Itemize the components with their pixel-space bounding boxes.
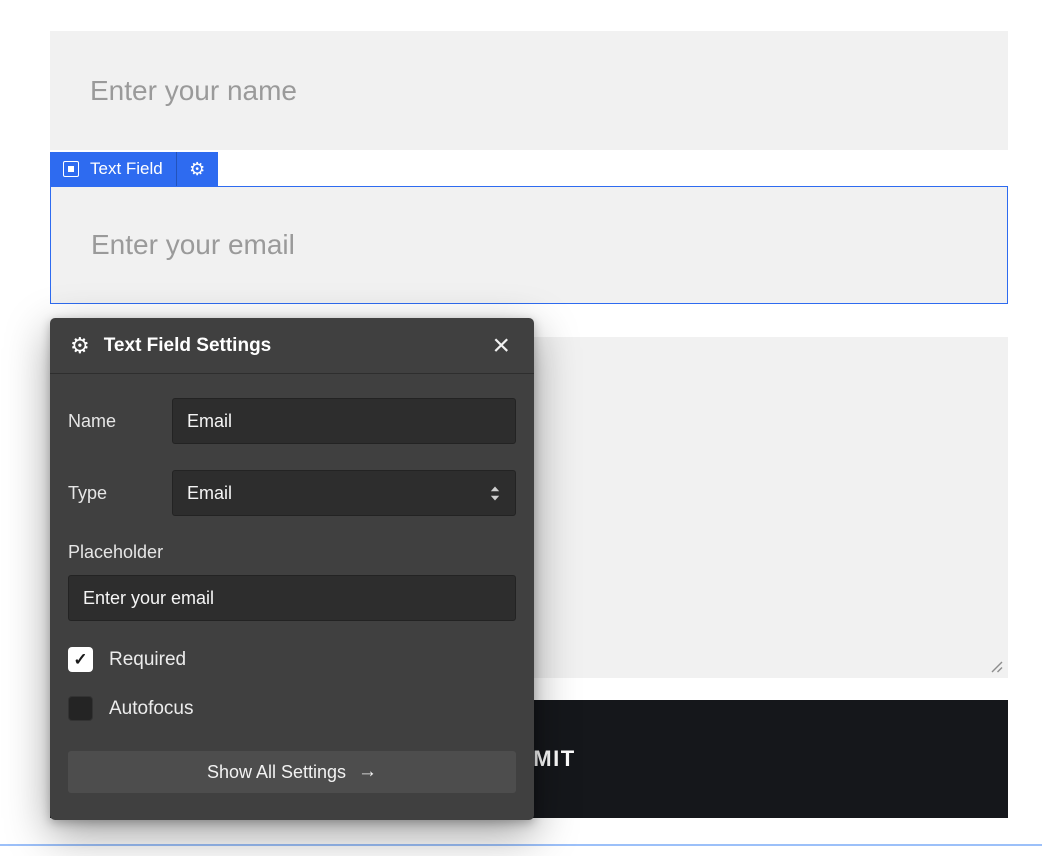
- open-settings-button[interactable]: ⚙: [176, 152, 218, 186]
- checkmark-icon: ✓: [73, 650, 87, 670]
- type-setting-label: Type: [68, 483, 172, 504]
- autofocus-checkbox-label: Autofocus: [109, 698, 194, 720]
- email-field[interactable]: [50, 186, 1008, 304]
- form-builder-canvas: Text Field ⚙ SUBMIT ⚙ Text Field Setting…: [0, 0, 1042, 856]
- settings-panel-body: Name Type Email Placeholder ✓: [50, 374, 534, 811]
- close-icon[interactable]: ×: [490, 335, 512, 357]
- text-field-icon: [63, 161, 79, 177]
- arrow-right-icon: →: [358, 761, 377, 783]
- placeholder-setting-label: Placeholder: [68, 542, 516, 563]
- select-element-button[interactable]: Text Field: [50, 152, 176, 186]
- resize-handle-icon[interactable]: [989, 659, 1003, 673]
- selected-element-label: Text Field: [90, 159, 163, 179]
- required-checkbox-row[interactable]: ✓ Required: [68, 647, 516, 672]
- text-field-settings-panel: ⚙ Text Field Settings × Name Type Email: [50, 318, 534, 820]
- name-setting-input[interactable]: [172, 398, 516, 444]
- placeholder-setting-input[interactable]: [68, 575, 516, 621]
- required-checkbox[interactable]: ✓: [68, 647, 93, 672]
- form-boundary-line: [0, 844, 1042, 846]
- type-select[interactable]: Email: [172, 470, 516, 516]
- selected-element-badge: Text Field ⚙: [50, 152, 218, 186]
- name-setting-row: Name: [68, 398, 516, 444]
- autofocus-checkbox-row[interactable]: Autofocus: [68, 696, 516, 721]
- settings-panel-title: Text Field Settings: [104, 335, 477, 357]
- type-setting-row: Type Email: [68, 470, 516, 516]
- autofocus-checkbox[interactable]: [68, 696, 93, 721]
- gear-icon: ⚙: [189, 160, 205, 178]
- name-field[interactable]: [50, 31, 1008, 150]
- gear-icon: ⚙: [70, 335, 90, 357]
- show-all-settings-button[interactable]: Show All Settings →: [68, 751, 516, 793]
- select-chevrons-icon: [489, 485, 501, 502]
- name-setting-label: Name: [68, 411, 172, 432]
- settings-panel-header: ⚙ Text Field Settings ×: [50, 318, 534, 374]
- show-all-settings-label: Show All Settings: [207, 762, 346, 783]
- required-checkbox-label: Required: [109, 649, 186, 671]
- type-select-value: Email: [187, 483, 232, 504]
